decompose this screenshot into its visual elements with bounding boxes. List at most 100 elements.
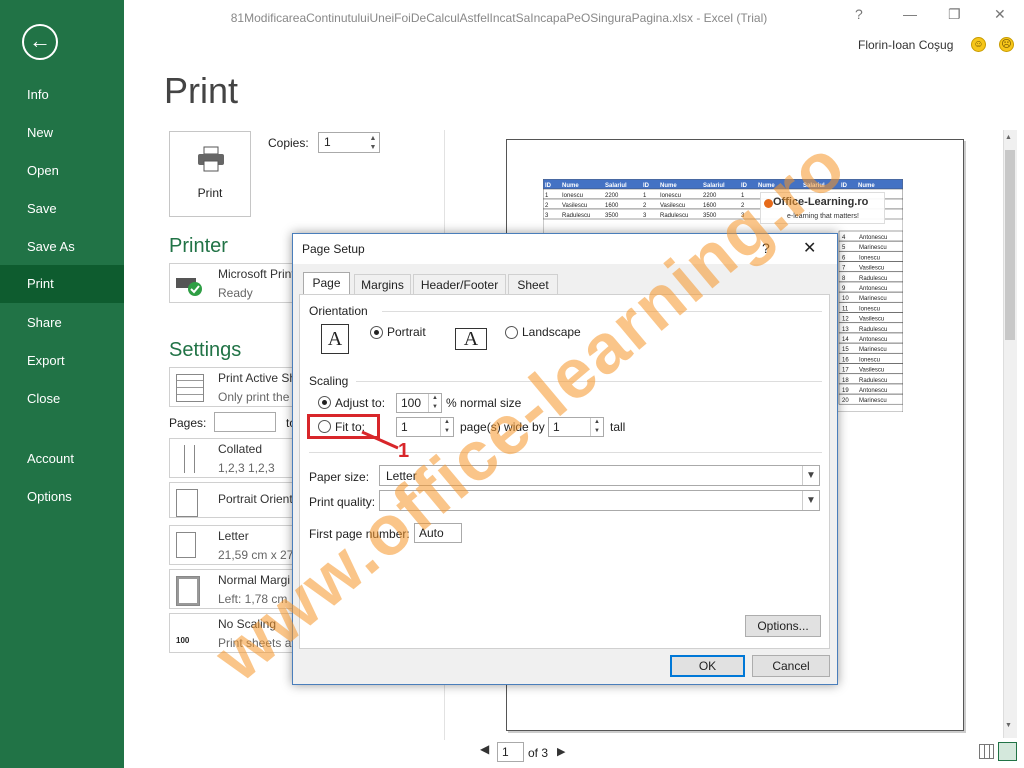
nav-account[interactable]: Account — [0, 440, 124, 478]
preview-cell: 20 — [842, 398, 849, 404]
margins-icon — [176, 576, 200, 606]
nav-export[interactable]: Export — [0, 342, 124, 380]
copies-up-icon[interactable]: ▲ — [368, 134, 378, 143]
landscape-orientation-icon: A — [455, 328, 487, 350]
dialog-help-icon[interactable]: ? — [762, 240, 770, 256]
printer-section-title: Printer — [169, 235, 228, 257]
printer-ready-icon — [176, 278, 202, 296]
preview-cell: Vasilescu — [859, 317, 884, 323]
page-nav-prev-icon[interactable]: ◀ — [480, 742, 489, 756]
print-quality-dropdown[interactable]: ▼ — [379, 490, 820, 511]
cancel-button[interactable]: Cancel — [752, 655, 830, 677]
collation-select[interactable]: Collated 1,2,3 1,2,3 — [169, 438, 297, 478]
page-nav-next-icon[interactable]: ▶ — [557, 745, 565, 758]
show-margins-icon[interactable] — [979, 744, 994, 759]
preview-cell: 11 — [842, 306, 849, 312]
frown-feedback-icon[interactable]: ☹ — [999, 37, 1014, 52]
no-scaling-icon: 100 — [176, 620, 204, 648]
adjust-to-input[interactable]: 100 ▲ ▼ — [396, 393, 442, 413]
scroll-up-icon[interactable]: ▲ — [1005, 134, 1012, 141]
orientation-divider — [382, 311, 822, 312]
collation-label: Collated — [218, 442, 263, 456]
minimize-icon[interactable]: — — [903, 6, 917, 22]
preview-header-cell: ID — [741, 183, 748, 189]
preview-cell: 18 — [842, 378, 849, 384]
nav-print[interactable]: Print — [0, 265, 124, 303]
office-learning-logo: Office-Learning.ro e-learning that matte… — [760, 192, 885, 224]
margins-select[interactable]: Normal Margi Left: 1,78 cm — [169, 569, 297, 609]
tab-margins[interactable]: Margins — [354, 274, 411, 295]
nav-share[interactable]: Share — [0, 304, 124, 342]
options-button[interactable]: Options... — [745, 615, 821, 637]
close-window-icon[interactable]: ✕ — [994, 6, 1006, 23]
dialog-close-icon[interactable]: ✕ — [803, 238, 816, 258]
printer-status: Ready — [218, 286, 253, 300]
preview-header-cell: Salariul — [703, 183, 725, 189]
landscape-label[interactable]: Landscape — [522, 325, 581, 339]
scaling-group-label: Scaling — [309, 374, 349, 388]
paper-size-field-value: Letter — [386, 469, 417, 483]
nav-open[interactable]: Open — [0, 152, 124, 190]
preview-header-cell: Salariul — [803, 183, 825, 189]
portrait-radio[interactable] — [370, 326, 383, 339]
nav-save[interactable]: Save — [0, 190, 124, 228]
settings-section-title: Settings — [169, 339, 242, 361]
orientation-select[interactable]: Portrait Orient — [169, 482, 297, 518]
preview-header-cell: ID — [841, 183, 848, 189]
paper-size-label: Letter — [218, 529, 249, 543]
print-button-label: Print — [197, 186, 223, 200]
zoom-to-page-icon[interactable] — [998, 742, 1017, 761]
adjust-to-radio[interactable] — [318, 396, 331, 409]
fit-tall-down-icon[interactable]: ▼ — [590, 427, 603, 436]
fit-tall-up-icon[interactable]: ▲ — [590, 418, 603, 427]
fit-wide-down-icon[interactable]: ▼ — [440, 427, 453, 436]
pages-from-input[interactable] — [214, 412, 276, 432]
nav-new[interactable]: New — [0, 114, 124, 152]
preview-cell: Ionescu — [859, 255, 880, 261]
print-button[interactable]: Print — [169, 131, 251, 217]
back-arrow-icon[interactable]: ← — [22, 24, 58, 60]
annotation-number: 1 — [398, 440, 410, 462]
preview-header-cell: ID — [643, 183, 650, 189]
fit-tall-input[interactable]: 1 ▲ ▼ — [548, 417, 604, 437]
chevron-down-icon[interactable]: ▼ — [802, 466, 819, 485]
nav-info[interactable]: Info — [0, 76, 124, 114]
preview-header-cell: Nume — [758, 183, 775, 189]
paper-size-dropdown[interactable]: Letter ▼ — [379, 465, 820, 486]
preview-cell: 14 — [842, 337, 849, 343]
printer-select[interactable]: Microsoft Print Ready — [169, 263, 297, 303]
preview-cell: 3500 — [605, 213, 619, 219]
copies-input[interactable]: 1 ▲ ▼ — [318, 132, 380, 153]
tab-page[interactable]: Page — [303, 272, 350, 295]
copies-down-icon[interactable]: ▼ — [368, 143, 378, 152]
first-page-input[interactable]: Auto — [414, 523, 462, 543]
window-title: 81ModificareaContinutuluiUneiFoiDeCalcul… — [230, 11, 768, 25]
preview-cell: Vasilescu — [859, 368, 884, 374]
adjust-down-icon[interactable]: ▼ — [428, 403, 441, 412]
preview-cell: Radulescu — [660, 213, 688, 219]
adjust-up-icon[interactable]: ▲ — [428, 394, 441, 403]
nav-close[interactable]: Close — [0, 380, 124, 418]
scaling-select[interactable]: 100 No Scaling Print sheets at — [169, 613, 297, 653]
smile-feedback-icon[interactable]: ☺ — [971, 37, 986, 52]
nav-options[interactable]: Options — [0, 478, 124, 516]
portrait-label[interactable]: Portrait — [387, 325, 426, 339]
paper-size-select[interactable]: Letter 21,59 cm x 27, — [169, 525, 297, 565]
page-number-input[interactable]: 1 — [497, 742, 524, 762]
user-name[interactable]: Florin-Ioan Coşug — [858, 38, 953, 52]
help-icon[interactable]: ? — [855, 6, 863, 22]
nav-save-as[interactable]: Save As — [0, 228, 124, 266]
print-what-select[interactable]: Print Active Sh Only print the — [169, 367, 297, 407]
chevron-down-icon[interactable]: ▼ — [802, 491, 819, 510]
landscape-radio[interactable] — [505, 326, 518, 339]
ok-button[interactable]: OK — [670, 655, 745, 677]
tab-header-footer[interactable]: Header/Footer — [413, 274, 506, 295]
tab-sheet[interactable]: Sheet — [508, 274, 558, 295]
restore-icon[interactable]: ❐ — [948, 6, 961, 23]
preview-scroll-thumb[interactable] — [1005, 150, 1015, 340]
preview-cell: Radulescu — [859, 378, 887, 384]
adjust-to-label[interactable]: Adjust to: — [335, 396, 385, 410]
dialog-title: Page Setup — [293, 234, 837, 264]
fit-wide-up-icon[interactable]: ▲ — [440, 418, 453, 427]
scroll-down-icon[interactable]: ▼ — [1005, 722, 1012, 729]
